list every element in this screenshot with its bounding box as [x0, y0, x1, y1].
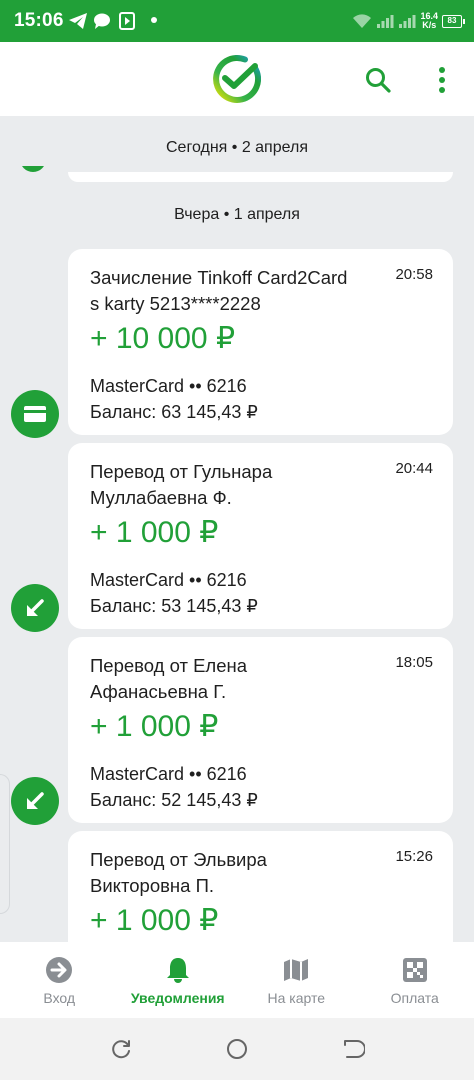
notification-title: Зачисление Tinkoff Card2Card s karty 521…	[90, 265, 380, 317]
signal-icon	[399, 15, 416, 28]
notification-time: 18:05	[395, 654, 433, 671]
nav-item-label: На карте	[267, 990, 326, 1006]
notification-title-line: s karty 5213****2228	[90, 293, 261, 314]
status-time: 15:06	[14, 10, 64, 31]
battery-icon: 83	[442, 14, 465, 28]
nav-item-payment[interactable]: Оплата	[356, 942, 474, 1018]
system-navigation-bar	[0, 1018, 474, 1080]
notification-title-line: Перевод от Эльвира	[90, 849, 267, 870]
notification-card[interactable]: Перевод от Эльвира Викторовна П. 15:26 +…	[68, 831, 453, 942]
notification-balance: Баланс: 52 145,43 ₽	[90, 790, 258, 810]
notification-title-line: Муллабаевна Ф.	[90, 487, 232, 508]
notifications-feed[interactable]: Сегодня • 2 апреля Вчера • 1 апреля Зачи…	[0, 116, 474, 942]
notification-card-name: MasterCard •• 6216	[90, 376, 247, 396]
map-icon	[284, 959, 309, 981]
nav-item-label: Вход	[43, 990, 76, 1006]
search-icon[interactable]	[364, 66, 392, 94]
bottom-navigation: Вход Уведомления На карте Оплата	[0, 942, 474, 1018]
dot-icon	[151, 17, 157, 23]
incoming-arrow-icon	[11, 584, 59, 632]
notification-time: 20:58	[395, 266, 433, 283]
notification-title-line: Зачисление Tinkoff Card2Card	[90, 267, 348, 288]
media-icon	[119, 12, 135, 30]
sber-logo	[213, 54, 261, 103]
notification-card[interactable]: Перевод от Гульнара Муллабаевна Ф. 20:44…	[68, 443, 453, 629]
notification-time: 15:26	[395, 848, 433, 865]
chat-icon	[94, 13, 110, 29]
notification-amount: + 1 000 ₽	[90, 516, 219, 549]
notification-time: 20:44	[395, 460, 433, 477]
nav-item-map[interactable]: На карте	[237, 942, 356, 1018]
date-today: Сегодня • 2 апреля	[166, 139, 308, 156]
notification-balance: Баланс: 63 145,43 ₽	[90, 402, 258, 422]
nav-item-label: Оплата	[390, 990, 439, 1006]
net-speed: 16.4 K/s	[420, 12, 438, 30]
notification-title-line: Перевод от Елена	[90, 655, 248, 676]
telegram-icon	[69, 13, 87, 29]
status-bar: 15:06 16.4 K/s 83	[0, 0, 474, 42]
notification-title: Перевод от Гульнара Муллабаевна Ф.	[90, 459, 380, 511]
battery-level: 83	[447, 15, 457, 25]
notification-card[interactable]: Перевод от Елена Афанасьевна Г. 18:05 + …	[68, 637, 453, 823]
home-icon[interactable]	[225, 1037, 249, 1061]
notification-amount: + 1 000 ₽	[90, 710, 219, 743]
login-icon	[46, 957, 73, 983]
more-vertical-icon[interactable]	[432, 66, 452, 94]
nav-item-label: Уведомления	[130, 990, 225, 1006]
qr-icon	[402, 958, 427, 982]
wifi-icon	[353, 14, 372, 28]
recent-apps-icon[interactable]	[109, 1037, 133, 1061]
incoming-arrow-icon	[11, 777, 59, 825]
notification-title: Перевод от Эльвира Викторовна П.	[90, 847, 380, 899]
nav-item-login[interactable]: Вход	[0, 942, 119, 1018]
notification-card[interactable]: Зачисление Tinkoff Card2Card s karty 521…	[68, 249, 453, 435]
date-yesterday: Вчера • 1 апреля	[174, 206, 300, 223]
nav-item-notifications[interactable]: Уведомления	[119, 942, 238, 1018]
notification-amount: + 10 000 ₽	[90, 322, 236, 355]
previous-card-icon	[20, 166, 46, 180]
bell-icon	[166, 958, 189, 983]
back-icon[interactable]	[341, 1037, 365, 1061]
notification-amount: + 1 000 ₽	[90, 904, 219, 937]
notification-title-line: Викторовна П.	[90, 875, 215, 896]
previous-card-edge	[68, 172, 453, 182]
notification-title-line: Перевод от Гульнара	[90, 461, 273, 482]
notification-title-line: Афанасьевна Г.	[90, 681, 227, 702]
notification-title: Перевод от Елена Афанасьевна Г.	[90, 653, 380, 705]
notification-card-name: MasterCard •• 6216	[90, 764, 247, 784]
card-icon	[11, 390, 59, 438]
signal-icon	[377, 15, 394, 28]
app-header	[0, 42, 474, 116]
notification-balance: Баланс: 53 145,43 ₽	[90, 596, 258, 616]
net-speed-unit: K/s	[422, 20, 437, 30]
notification-card-name: MasterCard •• 6216	[90, 570, 247, 590]
side-panel-handle[interactable]	[0, 774, 10, 914]
